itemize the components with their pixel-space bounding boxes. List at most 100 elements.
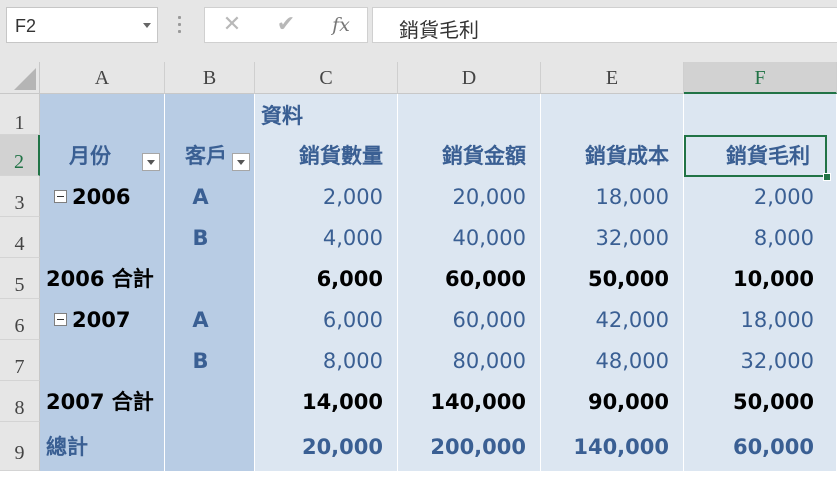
cell-c1-data-label-text: 資料 (261, 104, 303, 128)
row-label-customer[interactable]: B (165, 340, 255, 381)
row-header-1[interactable]: 1 (0, 94, 40, 135)
row-label-month[interactable]: 2006 (40, 176, 165, 217)
cell-c1-data-label[interactable]: 資料 (255, 94, 398, 135)
value-sales-cost[interactable]: 50,000 (541, 258, 684, 299)
header-sales-cost[interactable]: 銷貨成本 (541, 135, 684, 176)
value-sales-amount[interactable]: 40,000 (398, 217, 541, 258)
value-sales-qty-text: 6,000 (322, 308, 383, 332)
value-sales-cost[interactable]: 42,000 (541, 299, 684, 340)
value-sales-qty-text: 8,000 (322, 349, 383, 373)
value-sales-cost[interactable]: 140,000 (541, 422, 684, 471)
value-sales-amount-text: 60,000 (444, 267, 526, 291)
value-sales-amount[interactable]: 80,000 (398, 340, 541, 381)
value-sales-qty-text: 6,000 (316, 267, 383, 291)
value-gross-profit[interactable]: 10,000 (684, 258, 837, 299)
value-sales-cost-text: 42,000 (595, 308, 669, 332)
row-header-3[interactable]: 3 (0, 176, 40, 217)
value-gross-profit[interactable]: 2,000 (684, 176, 837, 217)
value-sales-amount-text: 20,000 (452, 185, 526, 209)
row-label-month[interactable] (40, 217, 165, 258)
row-header-7[interactable]: 7 (0, 340, 40, 381)
row-header-5[interactable]: 5 (0, 258, 40, 299)
value-sales-amount-text: 200,000 (430, 435, 526, 459)
row-label-month-text: 2007 (72, 308, 131, 332)
value-sales-cost[interactable]: 32,000 (541, 217, 684, 258)
column-header-f[interactable]: F (684, 62, 837, 94)
value-sales-amount[interactable]: 140,000 (398, 381, 541, 422)
value-gross-profit[interactable]: 50,000 (684, 381, 837, 422)
value-sales-qty-text: 4,000 (322, 226, 383, 250)
value-sales-cost[interactable]: 48,000 (541, 340, 684, 381)
value-gross-profit[interactable]: 18,000 (684, 299, 837, 340)
row-label-customer[interactable]: B (165, 217, 255, 258)
fill-handle[interactable] (823, 173, 831, 181)
row-label-customer-text: B (192, 226, 209, 250)
select-all-corner[interactable] (0, 62, 40, 94)
header-sales-qty[interactable]: 銷貨數量 (255, 135, 398, 176)
value-sales-cost-text: 18,000 (595, 185, 669, 209)
collapse-icon[interactable] (54, 313, 67, 326)
header-gross-profit[interactable]: 銷貨毛利 (684, 135, 837, 176)
column-header-a[interactable]: A (40, 62, 165, 94)
cell-b1[interactable] (165, 94, 255, 135)
row-label-customer[interactable] (165, 422, 255, 471)
row-label-month[interactable]: 2006 合計 (40, 258, 165, 299)
cell-e1[interactable] (541, 94, 684, 135)
value-sales-cost[interactable]: 90,000 (541, 381, 684, 422)
value-sales-amount[interactable]: 200,000 (398, 422, 541, 471)
column-header-e[interactable]: E (541, 62, 684, 94)
value-gross-profit[interactable]: 60,000 (684, 422, 837, 471)
row-label-month[interactable]: 總計 (40, 422, 165, 471)
collapse-icon[interactable] (54, 190, 67, 203)
value-sales-qty[interactable]: 4,000 (255, 217, 398, 258)
name-box-value: F2 (15, 16, 37, 36)
name-box[interactable]: F2 (6, 7, 158, 43)
value-sales-qty[interactable]: 20,000 (255, 422, 398, 471)
row-header-4[interactable]: 4 (0, 217, 40, 258)
header-sales-amount[interactable]: 銷貨金額 (398, 135, 541, 176)
row-label-customer-text: A (192, 308, 209, 332)
value-sales-qty[interactable]: 6,000 (255, 299, 398, 340)
row-label-customer[interactable]: A (165, 176, 255, 217)
customer-field-header[interactable]: 客戶 (165, 135, 255, 176)
value-sales-qty[interactable]: 6,000 (255, 258, 398, 299)
column-header-b[interactable]: B (165, 62, 255, 94)
month-field-header[interactable]: 月份 (40, 135, 165, 176)
value-sales-qty[interactable]: 8,000 (255, 340, 398, 381)
row-label-customer[interactable] (165, 381, 255, 422)
formula-content: 銷貨毛利 (399, 18, 479, 42)
cell-d1[interactable] (398, 94, 541, 135)
value-sales-qty[interactable]: 14,000 (255, 381, 398, 422)
enter-icon[interactable]: ✔ (271, 12, 301, 38)
row-header-2[interactable]: 2 (0, 135, 40, 176)
value-gross-profit[interactable]: 8,000 (684, 217, 837, 258)
row-header-8[interactable]: 8 (0, 381, 40, 422)
row-label-customer[interactable] (165, 258, 255, 299)
formula-input[interactable]: 銷貨毛利 (372, 7, 837, 43)
month-filter-dropdown-icon[interactable] (142, 153, 160, 171)
value-gross-profit-text: 18,000 (740, 308, 814, 332)
row-label-month[interactable]: 2007 合計 (40, 381, 165, 422)
name-box-dropdown-icon[interactable] (143, 23, 151, 28)
cell-f1[interactable] (684, 94, 837, 135)
column-header-d[interactable]: D (398, 62, 541, 94)
row-label-month[interactable]: 2007 (40, 299, 165, 340)
row-header-6[interactable]: 6 (0, 299, 40, 340)
cell-a1[interactable] (40, 94, 165, 135)
value-gross-profit-text: 2,000 (753, 185, 814, 209)
month-field-header-text: 月份 (69, 144, 111, 168)
value-sales-amount[interactable]: 20,000 (398, 176, 541, 217)
value-sales-qty[interactable]: 2,000 (255, 176, 398, 217)
row-label-customer[interactable]: A (165, 299, 255, 340)
column-header-c[interactable]: C (255, 62, 398, 94)
customer-filter-dropdown-icon[interactable] (232, 153, 250, 171)
value-gross-profit[interactable]: 32,000 (684, 340, 837, 381)
row-header-9[interactable]: 9 (0, 422, 40, 471)
cancel-icon[interactable]: ✕ (217, 12, 247, 38)
value-sales-amount[interactable]: 60,000 (398, 299, 541, 340)
value-sales-amount[interactable]: 60,000 (398, 258, 541, 299)
insert-function-icon[interactable]: fx (326, 12, 356, 38)
row-label-month[interactable] (40, 340, 165, 381)
value-sales-cost[interactable]: 18,000 (541, 176, 684, 217)
grip-icon[interactable] (178, 16, 181, 34)
